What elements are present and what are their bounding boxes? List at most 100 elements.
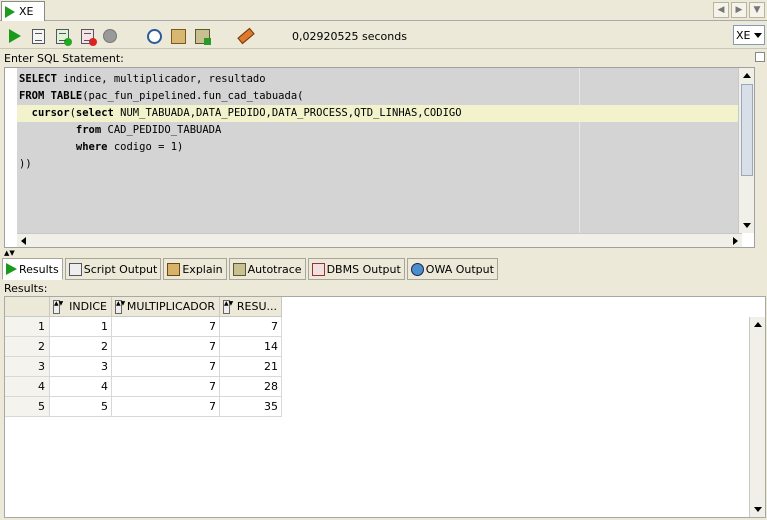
tab-owa-output[interactable]: OWA Output — [406, 258, 498, 280]
column-header-label: INDICE — [69, 300, 107, 313]
tab-explain[interactable]: Explain — [163, 258, 227, 280]
table-cell[interactable]: 14 — [220, 337, 282, 357]
tab-script-output[interactable]: Script Output — [64, 258, 162, 280]
scroll-down-icon[interactable] — [743, 223, 751, 228]
row-number: 5 — [5, 397, 50, 417]
maximize-icon[interactable] — [755, 52, 765, 62]
execute-statement-button[interactable] — [6, 27, 24, 45]
results-label: Results: — [4, 282, 48, 295]
rollback-icon — [80, 28, 97, 46]
table-cell[interactable]: 7 — [112, 397, 220, 417]
table-cell[interactable]: 21 — [220, 357, 282, 377]
table-cell[interactable]: 1 — [50, 317, 112, 337]
code-line: SELECT indice, multiplicador, resultado — [19, 71, 266, 88]
connection-select[interactable]: XE — [733, 25, 765, 45]
worksheet-toolbar: 0,02920525 seconds XE — [0, 22, 767, 49]
grid-header: ▲▼ INDICE ▲▼ MULTIPLICADOR ▲▼ RESU... — [5, 297, 282, 317]
sql-text: (pac_fun_pipelined.fun_cad_tabuada( — [82, 90, 304, 102]
sql-keyword: from — [19, 124, 102, 136]
editor-gutter — [5, 68, 17, 233]
result-tabs: Results Script Output Explain Autotrace DBMS… — [2, 258, 498, 281]
table-cell[interactable]: 28 — [220, 377, 282, 397]
table-row[interactable]: 1177 — [5, 317, 282, 337]
editor-vertical-scrollbar[interactable] — [738, 68, 754, 233]
tab-label: OWA Output — [425, 262, 494, 276]
cancel-icon — [103, 29, 117, 43]
tab-label: DBMS Output — [326, 262, 401, 276]
sql-text: indice, multiplicador, resultado — [56, 73, 266, 85]
autotrace-button[interactable] — [193, 27, 211, 45]
table-cell[interactable]: 7 — [112, 377, 220, 397]
scrollbar-thumb[interactable] — [741, 84, 753, 176]
connection-value: XE — [736, 28, 751, 42]
tab-label: Autotrace — [247, 262, 302, 276]
scroll-left-icon[interactable]: ◀ — [713, 2, 729, 18]
code-line: cursor(select NUM_TABUADA,DATA_PEDIDO,DA… — [17, 105, 742, 122]
script-output-icon — [68, 262, 82, 276]
sql-text: )) — [19, 158, 32, 170]
table-cell[interactable]: 35 — [220, 397, 282, 417]
table-cell[interactable]: 3 — [50, 357, 112, 377]
table-row[interactable]: 4 4 7 28 — [5, 377, 282, 397]
column-header[interactable]: ▲▼ INDICE — [50, 297, 112, 317]
code-line: from CAD_PEDIDO_TABUADA — [19, 122, 221, 139]
column-header[interactable]: ▲▼ RESU... — [220, 297, 282, 317]
dbms-output-icon — [311, 262, 325, 276]
run-script-button[interactable] — [29, 27, 47, 45]
rollback-button[interactable] — [78, 27, 97, 46]
scroll-left-icon[interactable] — [21, 237, 26, 245]
table-row[interactable]: 2 2 7 14 — [5, 337, 282, 357]
sql-keyword: where — [19, 141, 108, 153]
tab-list-icon[interactable]: ▼ — [749, 2, 765, 18]
table-cell[interactable]: 5 — [50, 397, 112, 417]
sql-editor-text[interactable]: SELECT indice, multiplicador, resultado F… — [17, 68, 742, 233]
eraser-icon — [237, 27, 255, 45]
results-grid[interactable]: ▲▼ INDICE ▲▼ MULTIPLICADOR ▲▼ RESU... 1177227… — [4, 296, 766, 518]
tab-label: Explain — [182, 262, 223, 276]
table-cell[interactable]: 7 — [220, 317, 282, 337]
sql-editor[interactable]: SELECT indice, multiplicador, resultado F… — [4, 67, 755, 248]
owa-output-icon — [410, 262, 424, 276]
code-line: )) — [19, 156, 32, 173]
tab-autotrace[interactable]: Autotrace — [228, 258, 306, 280]
scroll-right-icon[interactable] — [733, 237, 738, 245]
table-cell[interactable]: 7 — [112, 357, 220, 377]
autotrace-icon — [232, 262, 246, 276]
editor-horizontal-scrollbar[interactable] — [17, 233, 742, 247]
tab-results[interactable]: Results — [2, 258, 63, 280]
row-number: 1 — [5, 317, 50, 337]
elapsed-time: 0,02920525 seconds — [292, 30, 407, 43]
cancel-button[interactable] — [101, 27, 119, 45]
sql-text: NUM_TABUADA,DATA_PEDIDO,DATA_PROCESS,QTD… — [113, 107, 462, 119]
table-cell[interactable]: 7 — [112, 337, 220, 357]
scroll-up-icon[interactable] — [743, 73, 751, 78]
table-cell[interactable]: 7 — [112, 317, 220, 337]
column-header[interactable]: ▲▼ MULTIPLICADOR — [112, 297, 220, 317]
grid-vertical-scrollbar[interactable] — [749, 317, 765, 517]
tab-label: Results — [19, 262, 59, 276]
sort-icon[interactable]: ▲▼ — [223, 300, 233, 314]
column-header-label: MULTIPLICADOR — [126, 300, 215, 313]
scroll-right-icon[interactable]: ▶ — [731, 2, 747, 18]
sql-history-button[interactable] — [145, 27, 163, 45]
sql-keyword: select — [75, 107, 114, 119]
sql-keyword: SELECT — [19, 73, 57, 85]
sort-icon[interactable]: ▲▼ — [53, 300, 63, 314]
right-margin-line — [579, 68, 580, 233]
document-tab-bar: XE ◀ ▶ ▼ — [0, 0, 767, 21]
autotrace-icon — [194, 28, 211, 45]
tab-dbms-output[interactable]: DBMS Output — [307, 258, 405, 280]
splitter-handle[interactable]: ▲▼ — [4, 249, 24, 257]
commit-button[interactable] — [53, 27, 72, 46]
execute-explain-plan-button[interactable] — [169, 27, 187, 45]
document-tab-xe[interactable]: XE — [1, 1, 45, 21]
table-cell[interactable]: 2 — [50, 337, 112, 357]
scroll-down-icon[interactable] — [754, 507, 762, 512]
clear-button[interactable] — [237, 27, 255, 45]
row-number-header — [5, 297, 50, 317]
sort-icon[interactable]: ▲▼ — [115, 300, 125, 314]
table-cell[interactable]: 4 — [50, 377, 112, 397]
table-row[interactable]: 5 5 7 35 — [5, 397, 282, 417]
table-row[interactable]: 3 3 7 21 — [5, 357, 282, 377]
scroll-up-icon[interactable] — [754, 322, 762, 327]
